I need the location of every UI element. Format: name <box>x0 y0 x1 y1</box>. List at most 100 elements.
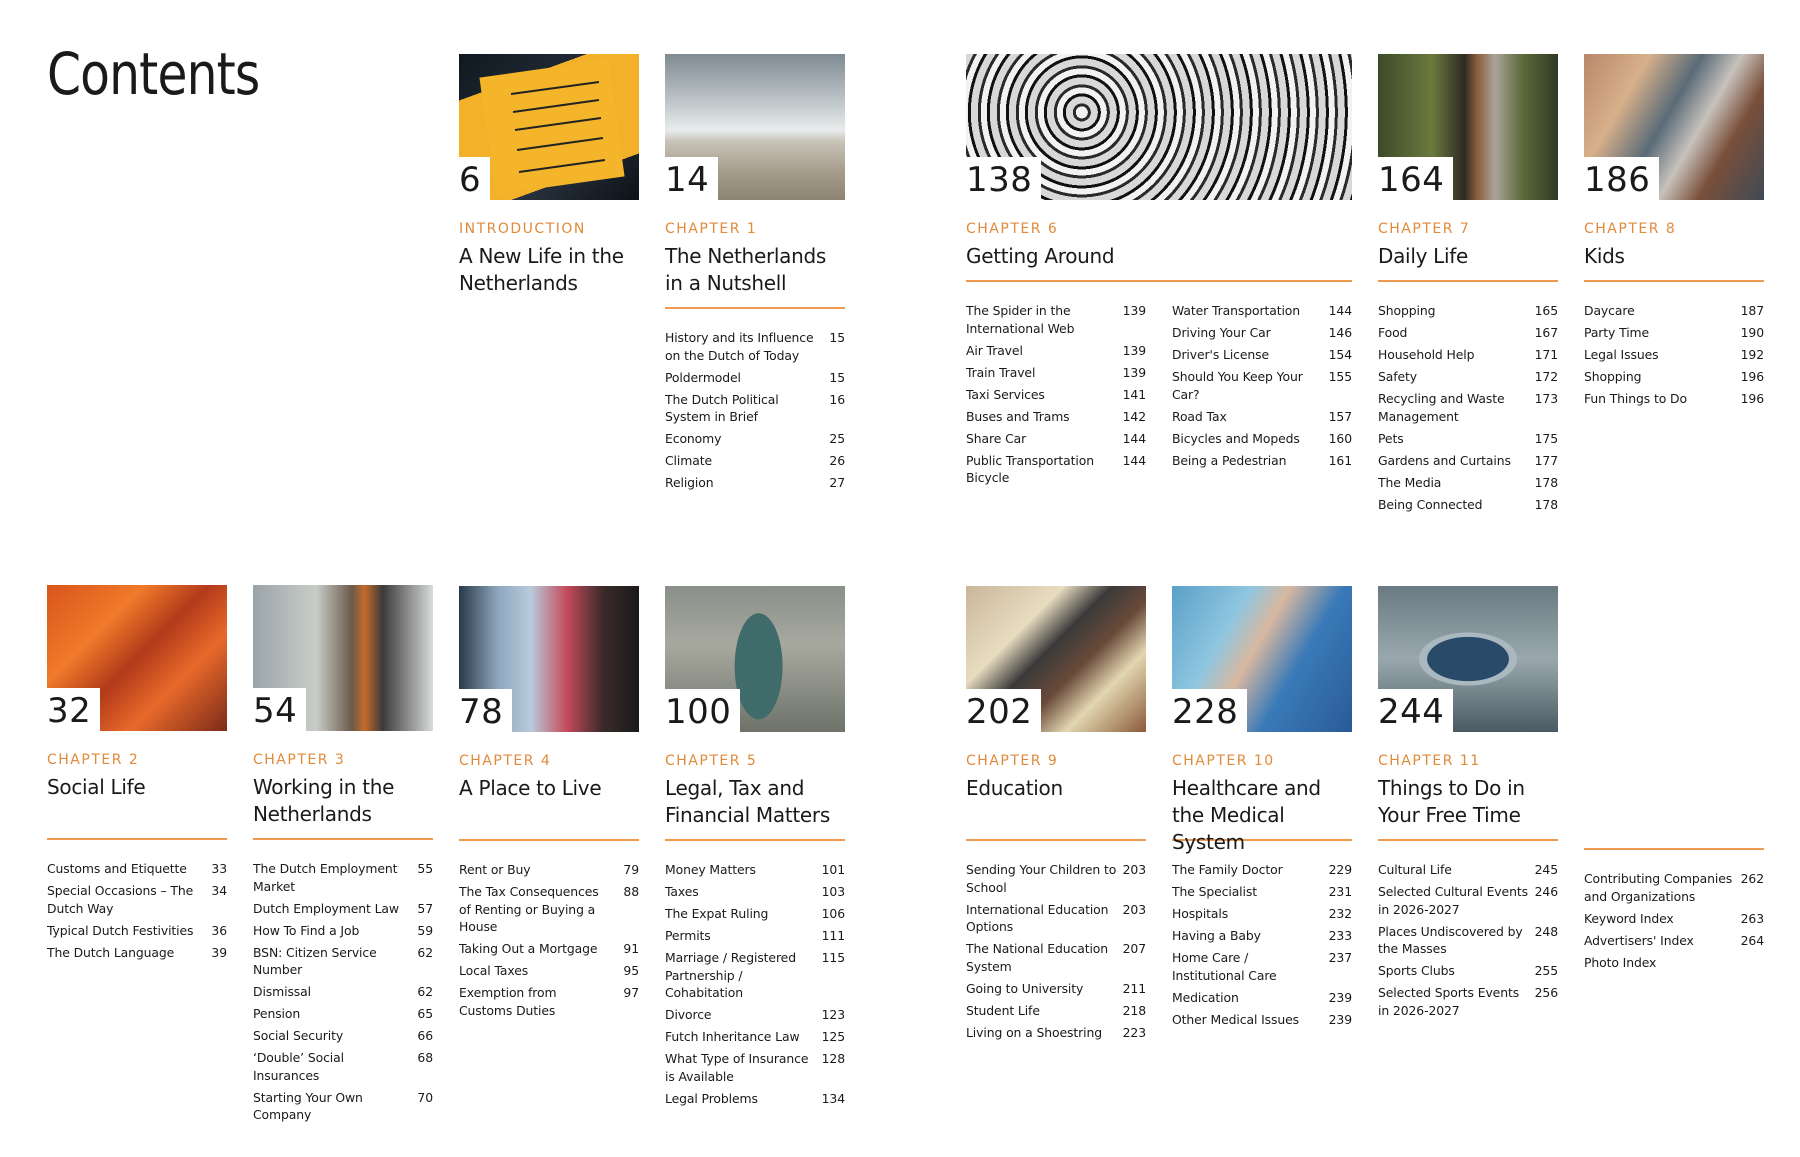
toc-item[interactable]: Medication 239 <box>1172 989 1352 1007</box>
toc-item[interactable]: The Specialist 231 <box>1172 883 1352 901</box>
toc-item[interactable]: Advertisers' Index 264 <box>1584 932 1764 950</box>
toc-item[interactable]: Religion 27 <box>665 474 845 492</box>
chapter-2[interactable]: 32 CHAPTER 2 Social Life Customs and Eti… <box>47 585 227 966</box>
toc-item[interactable]: Permits 111 <box>665 927 845 945</box>
toc-item[interactable]: Photo Index <box>1584 954 1764 972</box>
chapter-11[interactable]: 244 CHAPTER 11 Things to Do in Your Free… <box>1378 586 1558 1024</box>
toc-item[interactable]: Starting Your Own Company 70 <box>253 1089 433 1124</box>
chapter-title[interactable]: A Place to Live <box>459 775 639 829</box>
toc-item[interactable]: Taking Out a Mortgage 91 <box>459 940 639 958</box>
chapter-thumbnail[interactable]: 164 <box>1378 54 1558 200</box>
chapter-thumbnail[interactable]: 54 <box>253 585 433 731</box>
toc-item[interactable]: The Tax Consequences of Renting or Buyin… <box>459 883 639 936</box>
chapter-1[interactable]: 14 CHAPTER 1 The Netherlands in a Nutshe… <box>665 54 845 496</box>
toc-item[interactable]: Shopping 165 <box>1378 302 1558 320</box>
chapter-title[interactable]: Healthcare and the Medical System <box>1172 775 1352 854</box>
toc-item[interactable]: The Expat Ruling 106 <box>665 905 845 923</box>
toc-item[interactable]: Poldermodel 15 <box>665 369 845 387</box>
chapter-thumbnail[interactable]: 186 <box>1584 54 1764 200</box>
toc-item[interactable]: Legal Problems 134 <box>665 1090 845 1108</box>
toc-item[interactable]: Driving Your Car 146 <box>1172 324 1352 342</box>
toc-item[interactable]: Party Time 190 <box>1584 324 1764 342</box>
chapter-thumbnail[interactable]: 14 <box>665 54 845 200</box>
toc-item[interactable]: The Dutch Employment Market 55 <box>253 860 433 895</box>
toc-item[interactable]: Exemption from Customs Duties 97 <box>459 984 639 1019</box>
toc-item[interactable]: Other Medical Issues 239 <box>1172 1011 1352 1029</box>
toc-item[interactable]: Share Car 144 <box>966 430 1146 448</box>
toc-item[interactable]: Selected Cultural Events in 2026-2027 246 <box>1378 883 1558 918</box>
toc-item[interactable]: History and its Influence on the Dutch o… <box>665 329 845 364</box>
toc-item[interactable]: Train Travel 139 <box>966 364 1146 382</box>
toc-item[interactable]: Futch Inheritance Law 125 <box>665 1028 845 1046</box>
toc-item[interactable]: Safety 172 <box>1378 368 1558 386</box>
chapter-thumbnail[interactable]: 78 <box>459 586 639 732</box>
chapter-thumbnail[interactable]: 100 <box>665 586 845 732</box>
toc-item[interactable]: Living on a Shoestring 223 <box>966 1024 1146 1042</box>
chapter-title[interactable]: Daily Life <box>1378 243 1558 270</box>
toc-item[interactable]: The Dutch Language 39 <box>47 944 227 962</box>
toc-item[interactable]: Social Security 66 <box>253 1027 433 1045</box>
toc-item[interactable]: Hospitals 232 <box>1172 905 1352 923</box>
toc-item[interactable]: Air Travel 139 <box>966 342 1146 360</box>
chapter-title[interactable]: Social Life <box>47 774 227 828</box>
toc-item[interactable]: Daycare 187 <box>1584 302 1764 320</box>
toc-item[interactable]: Water Transportation 144 <box>1172 302 1352 320</box>
toc-item[interactable]: Being Connected 178 <box>1378 496 1558 514</box>
toc-item[interactable]: The Dutch Political System in Brief 16 <box>665 391 845 426</box>
toc-item[interactable]: Selected Sports Events in 2026-2027 256 <box>1378 984 1558 1019</box>
toc-item[interactable]: Taxi Services 141 <box>966 386 1146 404</box>
toc-item[interactable]: Divorce 123 <box>665 1006 845 1024</box>
toc-item[interactable]: Dutch Employment Law 57 <box>253 900 433 918</box>
chapter-title[interactable]: Kids <box>1584 243 1764 270</box>
chapter-intro[interactable]: 6 INTRODUCTION A New Life in the Netherl… <box>459 54 639 297</box>
toc-item[interactable]: Home Care / Institutional Care 237 <box>1172 949 1352 984</box>
chapter-thumbnail[interactable]: 202 <box>966 586 1146 732</box>
chapter-4[interactable]: 78 CHAPTER 4 A Place to Live Rent or Buy… <box>459 586 639 1024</box>
toc-item[interactable]: Typical Dutch Festivities 36 <box>47 922 227 940</box>
toc-item[interactable]: Places Undiscovered by the Masses 248 <box>1378 923 1558 958</box>
toc-item[interactable]: Sports Clubs 255 <box>1378 962 1558 980</box>
toc-item[interactable]: Customs and Etiquette 33 <box>47 860 227 878</box>
toc-item[interactable]: The Family Doctor 229 <box>1172 861 1352 879</box>
toc-item[interactable]: Going to University 211 <box>966 980 1146 998</box>
toc-item[interactable]: Contributing Companies and Organizations… <box>1584 870 1764 905</box>
toc-item[interactable]: Gardens and Curtains 177 <box>1378 452 1558 470</box>
toc-item[interactable]: Economy 25 <box>665 430 845 448</box>
chapter-title[interactable]: A New Life in the Netherlands <box>459 243 639 297</box>
toc-item[interactable]: Money Matters 101 <box>665 861 845 879</box>
chapter-thumbnail[interactable]: 228 <box>1172 586 1352 732</box>
chapter-title[interactable]: Legal, Tax and Financial Matters <box>665 775 845 829</box>
toc-item[interactable]: Keyword Index 263 <box>1584 910 1764 928</box>
toc-item[interactable]: Bicycles and Mopeds 160 <box>1172 430 1352 448</box>
toc-item[interactable]: Having a Baby 233 <box>1172 927 1352 945</box>
toc-item[interactable]: Special Occasions – The Dutch Way 34 <box>47 882 227 917</box>
toc-item[interactable]: Fun Things to Do 196 <box>1584 390 1764 408</box>
chapter-thumbnail[interactable]: 32 <box>47 585 227 731</box>
toc-item[interactable]: International Education Options 203 <box>966 901 1146 936</box>
toc-item[interactable]: Driver's License 154 <box>1172 346 1352 364</box>
toc-item[interactable]: The National Education System 207 <box>966 940 1146 975</box>
toc-item[interactable]: Local Taxes 95 <box>459 962 639 980</box>
toc-item[interactable]: Buses and Trams 142 <box>966 408 1146 426</box>
chapter-6[interactable]: 138 CHAPTER 6 Getting Around The Spider … <box>966 54 1352 491</box>
chapter-3[interactable]: 54 CHAPTER 3 Working in the Netherlands … <box>253 585 433 1128</box>
toc-item[interactable]: Taxes 103 <box>665 883 845 901</box>
toc-item[interactable]: Dismissal 62 <box>253 983 433 1001</box>
toc-item[interactable]: Student Life 218 <box>966 1002 1146 1020</box>
toc-item[interactable]: Shopping 196 <box>1584 368 1764 386</box>
toc-item[interactable]: Rent or Buy 79 <box>459 861 639 879</box>
toc-item[interactable]: BSN: Citizen Service Number 62 <box>253 944 433 979</box>
chapter-title[interactable]: Working in the Netherlands <box>253 774 433 828</box>
toc-item[interactable]: Climate 26 <box>665 452 845 470</box>
toc-item[interactable]: The Media 178 <box>1378 474 1558 492</box>
chapter-8[interactable]: 186 CHAPTER 8 Kids Daycare 187 Party Time 1… <box>1584 54 1764 412</box>
chapter-thumbnail[interactable]: 244 <box>1378 586 1558 732</box>
toc-item[interactable]: Household Help 171 <box>1378 346 1558 364</box>
chapter-9[interactable]: 202 CHAPTER 9 Education Sending Your Chi… <box>966 586 1146 1046</box>
toc-item[interactable]: Pension 65 <box>253 1005 433 1023</box>
toc-item[interactable]: Pets 175 <box>1378 430 1558 448</box>
chapter-title[interactable]: Things to Do in Your Free Time <box>1378 775 1558 829</box>
toc-item[interactable]: Food 167 <box>1378 324 1558 342</box>
chapter-thumbnail[interactable]: 6 <box>459 54 639 200</box>
toc-item[interactable]: Legal Issues 192 <box>1584 346 1764 364</box>
